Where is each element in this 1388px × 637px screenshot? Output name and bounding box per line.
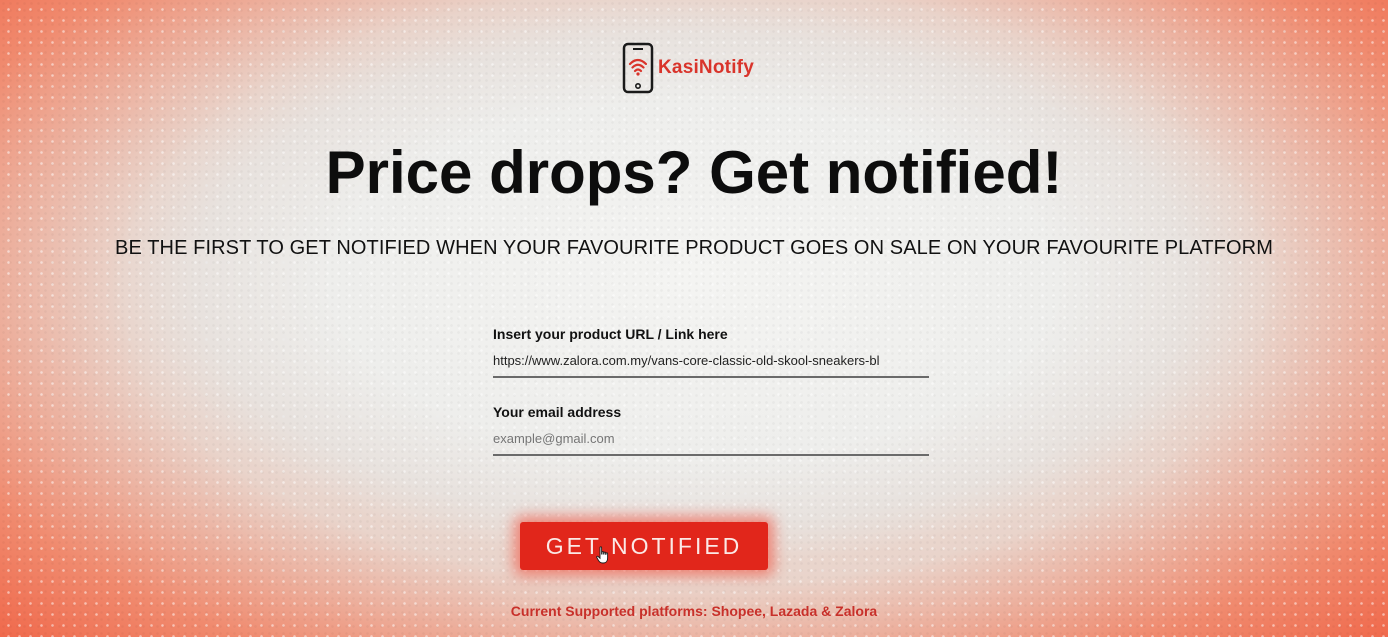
email-field-label: Your email address bbox=[493, 404, 622, 420]
brand-logo[interactable]: KasiNotify bbox=[622, 42, 754, 94]
get-notified-button[interactable]: GET NOTIFIED bbox=[520, 522, 768, 570]
supported-platforms-note: Current Supported platforms: Shopee, Laz… bbox=[510, 603, 878, 619]
phone-wifi-icon bbox=[622, 42, 654, 94]
email-field-group: Your email address bbox=[493, 402, 929, 456]
url-field-group: Insert your product URL / Link here bbox=[493, 324, 929, 378]
page-headline: Price drops? Get notified! bbox=[325, 139, 1063, 206]
brand-name: KasiNotify bbox=[658, 57, 754, 78]
page-subheadline: BE THE FIRST TO GET NOTIFIED WHEN YOUR F… bbox=[115, 237, 1273, 259]
url-field-label: Insert your product URL / Link here bbox=[493, 326, 728, 342]
notify-form: Insert your product URL / Link here Your… bbox=[493, 324, 929, 456]
product-url-input[interactable] bbox=[493, 347, 929, 378]
email-input[interactable] bbox=[493, 425, 929, 456]
landing-page: KasiNotify Price drops? Get notified! BE… bbox=[0, 0, 1388, 637]
